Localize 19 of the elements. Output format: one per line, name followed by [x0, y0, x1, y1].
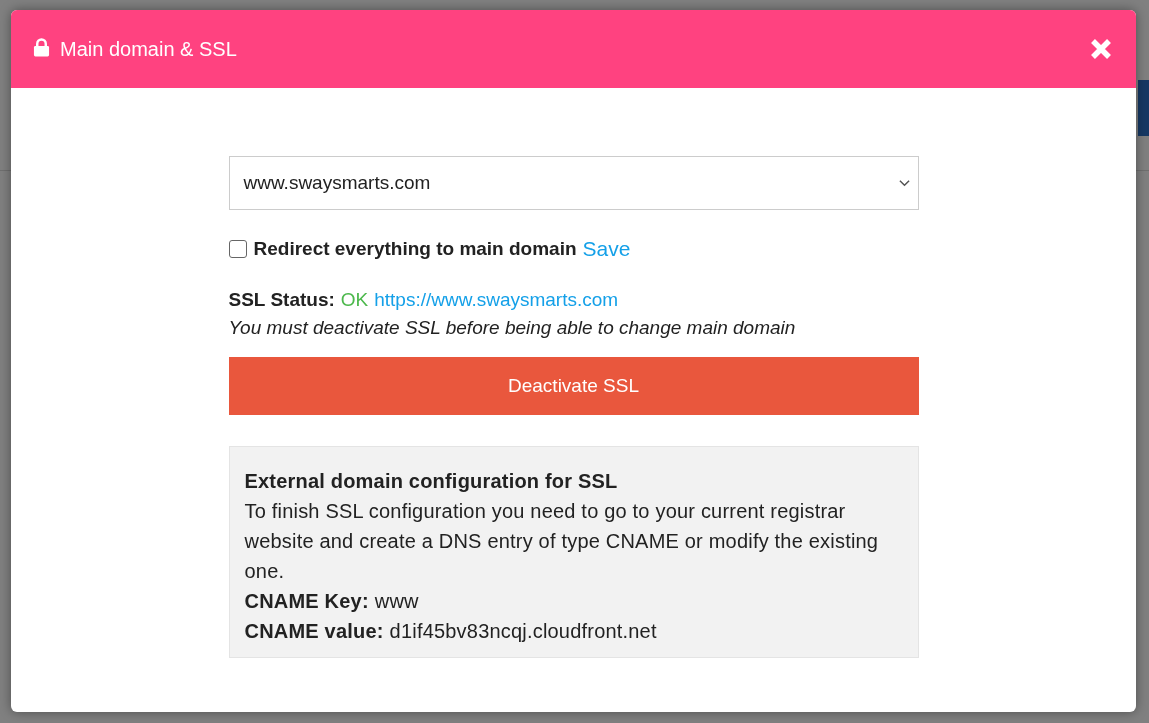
ssl-status-label: SSL Status:: [228, 289, 335, 311]
info-text: To finish SSL configuration you need to go to your current registrar website and create a DNS entry of type CNAME or modify the existing one.: [244, 499, 880, 584]
field-label: CNAME Key:: [244, 589, 369, 614]
field-label: CNAME value:: [244, 619, 384, 644]
modal-title: Main domain & SSL: [60, 37, 238, 61]
lock-icon: [33, 37, 50, 57]
ssl-note: You must deactivate SSL before being able to change main domain: [228, 317, 797, 339]
site-link[interactable]: https://www.swaysmarts.com: [374, 289, 619, 311]
chevron-icon: [898, 179, 910, 187]
save-link[interactable]: Save: [582, 237, 631, 261]
checkbox-label: Redirect everything to main domain: [253, 238, 577, 260]
field-value: www: [374, 589, 419, 614]
field-value: d1if45bv83ncqj.cloudfront.net: [389, 619, 657, 644]
ssl-status-value: OK: [340, 289, 369, 311]
checkbox[interactable]: [228, 240, 247, 258]
info-title: External domain configuration for SSL: [244, 469, 619, 494]
domain-select[interactable]: www.swaysmarts.com: [228, 156, 919, 210]
deactivate-ssl-button[interactable]: Deactivate SSL: [228, 357, 919, 415]
close-icon[interactable]: [1090, 38, 1112, 60]
